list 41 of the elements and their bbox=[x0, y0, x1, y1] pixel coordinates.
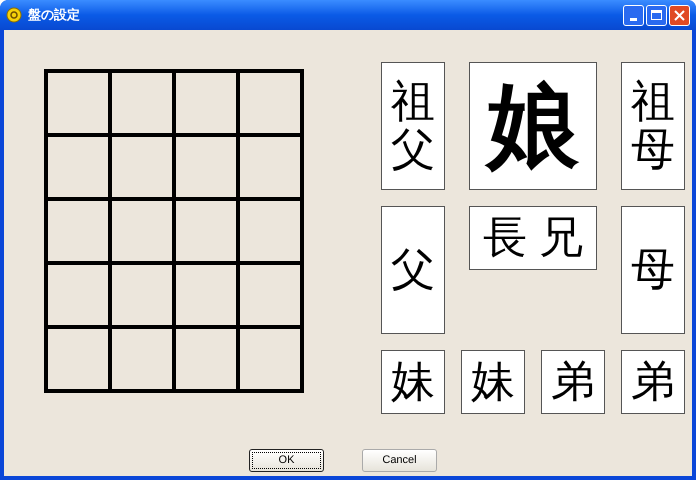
board-cell[interactable] bbox=[110, 199, 174, 263]
piece-tile[interactable]: 長 兄 bbox=[469, 206, 597, 270]
piece-tile[interactable]: 妹 bbox=[381, 350, 445, 414]
board-cell[interactable] bbox=[46, 263, 110, 327]
board-cell[interactable] bbox=[46, 327, 110, 391]
board-cell[interactable] bbox=[110, 135, 174, 199]
board-cell[interactable] bbox=[238, 135, 302, 199]
close-icon bbox=[674, 10, 685, 20]
piece-tile[interactable]: 母 bbox=[621, 206, 685, 334]
cancel-button[interactable]: Cancel bbox=[362, 449, 437, 472]
board-cell[interactable] bbox=[174, 263, 238, 327]
maximize-icon bbox=[651, 10, 662, 20]
board-cell[interactable] bbox=[238, 327, 302, 391]
piece-tile[interactable]: 弟 bbox=[541, 350, 605, 414]
ok-button[interactable]: OK bbox=[249, 449, 324, 472]
window-title: 盤の設定 bbox=[28, 6, 80, 24]
board-cell[interactable] bbox=[174, 135, 238, 199]
maximize-button[interactable] bbox=[646, 4, 667, 26]
board-cell[interactable] bbox=[238, 263, 302, 327]
board-cell[interactable] bbox=[46, 199, 110, 263]
board-cell[interactable] bbox=[46, 135, 110, 199]
piece-tile[interactable]: 祖母 bbox=[621, 62, 685, 190]
piece-tile[interactable]: 祖父 bbox=[381, 62, 445, 190]
board-cell[interactable] bbox=[238, 199, 302, 263]
piece-tile[interactable]: 妹 bbox=[461, 350, 525, 414]
board-cell[interactable] bbox=[174, 71, 238, 135]
board-cell[interactable] bbox=[174, 327, 238, 391]
board-cell[interactable] bbox=[110, 263, 174, 327]
piece-tile[interactable]: 娘 bbox=[469, 62, 597, 190]
board-cell[interactable] bbox=[110, 327, 174, 391]
board-cell[interactable] bbox=[174, 199, 238, 263]
game-board[interactable] bbox=[44, 69, 304, 393]
close-button[interactable] bbox=[669, 4, 690, 26]
piece-tile[interactable]: 父 bbox=[381, 206, 445, 334]
minimize-button[interactable] bbox=[623, 4, 644, 26]
board-cell[interactable] bbox=[110, 71, 174, 135]
board-cell[interactable] bbox=[46, 71, 110, 135]
piece-tile[interactable]: 弟 bbox=[621, 350, 685, 414]
app-icon bbox=[6, 7, 22, 23]
minimize-icon bbox=[630, 18, 637, 20]
board-cell[interactable] bbox=[238, 71, 302, 135]
